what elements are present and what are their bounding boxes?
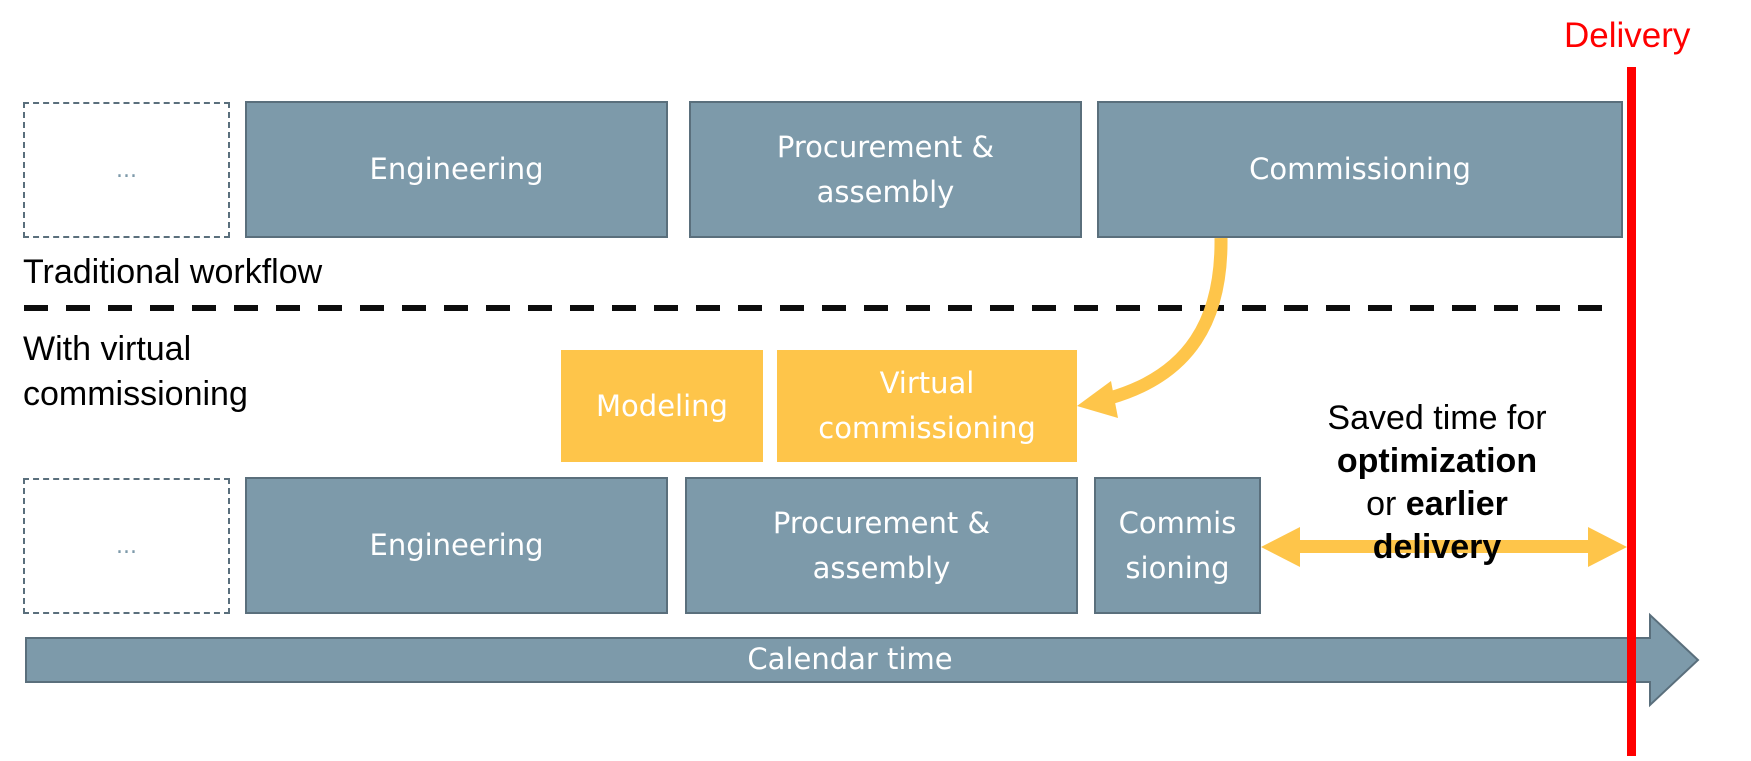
ellipsis-icon: ... xyxy=(116,157,137,183)
virtual-commissioning-phase: Virtual commissioning xyxy=(777,350,1077,462)
phase-label-line1: Procurement & xyxy=(772,505,991,540)
phase-label-line1: Virtual xyxy=(879,366,975,400)
phase-label-line2: commissioning xyxy=(818,411,1036,445)
phase-label-line2: sioning xyxy=(1125,550,1230,585)
phase-label: Engineering xyxy=(369,528,544,562)
saved-time-arrowhead-left xyxy=(1261,527,1300,567)
phase-label-line2: assembly xyxy=(812,550,951,585)
virtual-section-label-line2: commissioning xyxy=(23,375,248,413)
delivery-label: Delivery xyxy=(1564,16,1691,55)
phase-label-line1: Commis xyxy=(1118,505,1237,540)
saved-time-optimization: optimization xyxy=(1336,442,1538,480)
phase-label: Commissioning xyxy=(1249,152,1471,186)
phase-label-line1: Procurement & xyxy=(776,129,995,164)
saved-time-annotation: Saved time for optimization or earlier d… xyxy=(1297,397,1577,569)
shift-left-arrow xyxy=(1108,237,1228,405)
saved-time-earlier: earlier xyxy=(1405,485,1508,523)
virtual-engineering-phase: Engineering xyxy=(245,477,668,614)
saved-time-or: or xyxy=(1366,485,1406,523)
ellipsis-icon: ... xyxy=(116,533,137,559)
modeling-phase: Modeling xyxy=(561,350,763,462)
traditional-commissioning-phase: Commissioning xyxy=(1097,101,1623,238)
delivery-line xyxy=(1627,67,1636,756)
saved-time-line1: Saved time for xyxy=(1327,399,1547,437)
saved-time-arrowhead-right xyxy=(1588,527,1627,567)
calendar-time-label: Calendar time xyxy=(747,642,953,676)
phase-label: Engineering xyxy=(369,152,544,186)
virtual-placeholder-box: ... xyxy=(23,478,230,614)
phase-label-line2: assembly xyxy=(816,174,955,209)
traditional-workflow-label: Traditional workflow xyxy=(23,253,323,291)
saved-time-delivery: delivery xyxy=(1372,528,1502,566)
traditional-procurement-phase: Procurement & assembly xyxy=(689,101,1082,238)
traditional-placeholder-box: ... xyxy=(23,102,230,238)
virtual-section-label-line1: With virtual xyxy=(23,330,192,368)
traditional-engineering-phase: Engineering xyxy=(245,101,668,238)
virtual-procurement-phase: Procurement & assembly xyxy=(685,477,1078,614)
shift-left-arrowhead xyxy=(1077,381,1118,418)
virtual-commissioning-short-phase: Commis sioning xyxy=(1094,477,1261,614)
phase-label: Modeling xyxy=(596,388,728,423)
